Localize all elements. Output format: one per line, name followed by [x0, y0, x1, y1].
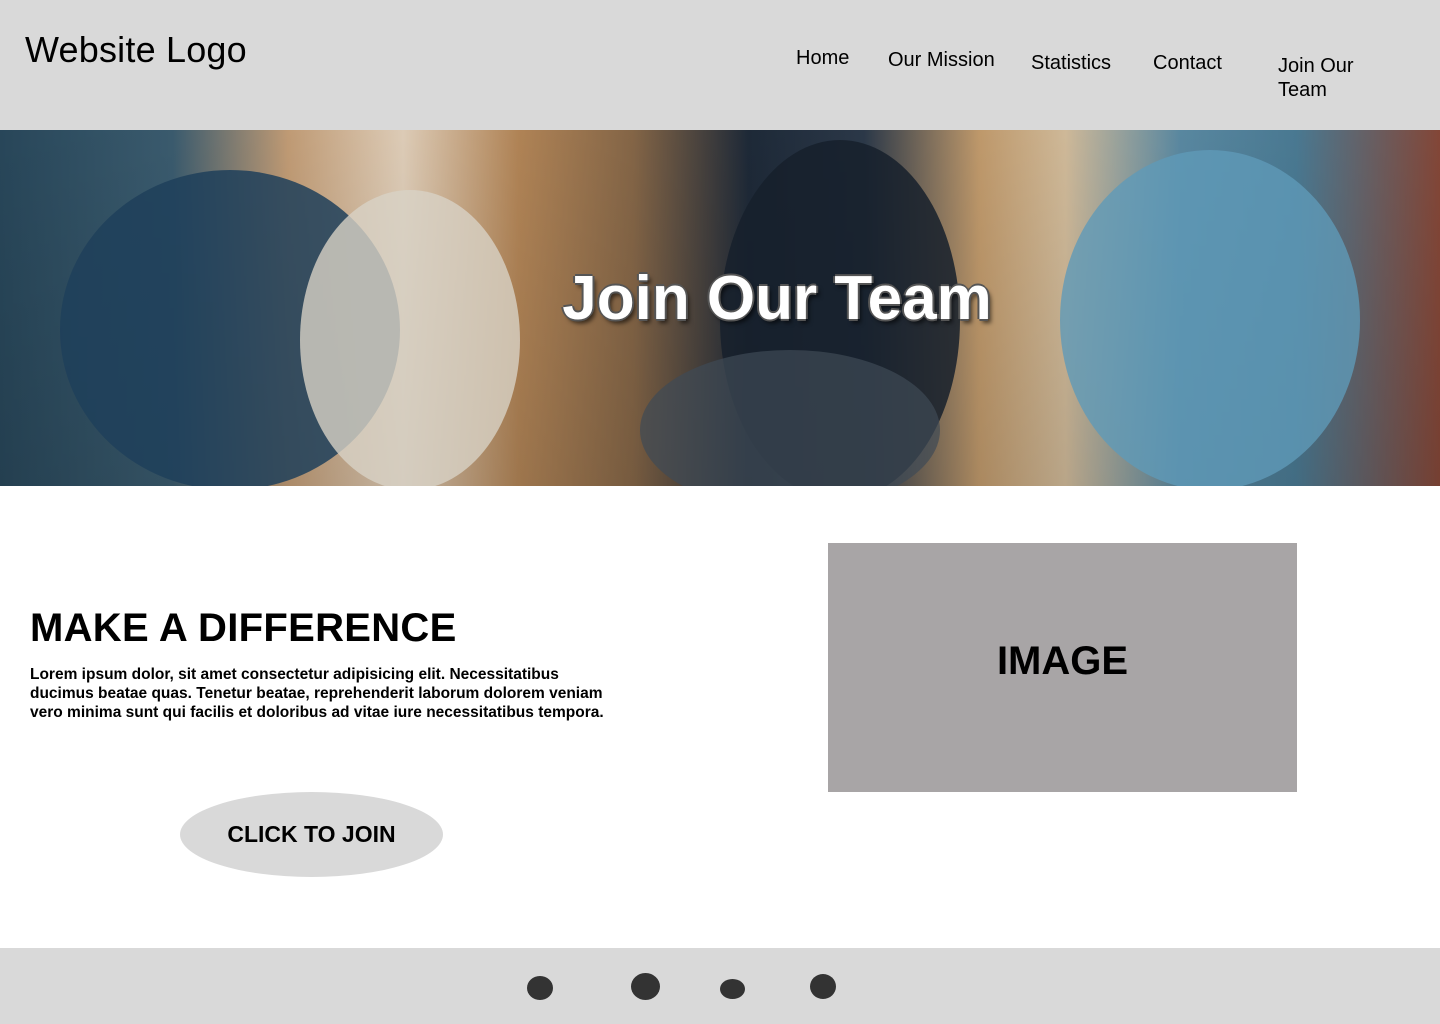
join-button-label: CLICK TO JOIN — [227, 821, 396, 847]
image-placeholder-label: IMAGE — [996, 639, 1129, 683]
nav-join-our-team[interactable]: Join Our Team — [1278, 54, 1388, 102]
site-footer — [0, 948, 1440, 1024]
site-header: Website Logo Home Our Mission Statistics… — [0, 0, 1440, 130]
nav-statistics[interactable]: Statistics — [1031, 51, 1111, 75]
hero-photo-person-2 — [300, 190, 520, 486]
section-body-text: Lorem ipsum dolor, sit amet consectetur … — [30, 666, 604, 721]
social-icon-4[interactable] — [810, 974, 836, 999]
click-to-join-button[interactable]: CLICK TO JOIN — [180, 792, 443, 877]
nav-contact[interactable]: Contact — [1153, 51, 1222, 75]
nav-home[interactable]: Home — [796, 46, 849, 70]
social-icon-3[interactable] — [720, 979, 745, 999]
page: Website Logo Home Our Mission Statistics… — [0, 0, 1440, 1024]
social-icon-2[interactable] — [631, 973, 660, 1000]
social-icon-1[interactable] — [527, 976, 553, 1000]
hero-title: Join Our Team — [562, 264, 992, 333]
section-heading: MAKE A DIFFERENCE — [30, 606, 457, 650]
nav-our-mission[interactable]: Our Mission — [888, 48, 995, 72]
image-placeholder: IMAGE — [828, 543, 1297, 792]
hero-banner: Join Our Team — [0, 130, 1440, 486]
website-logo[interactable]: Website Logo — [25, 28, 247, 72]
